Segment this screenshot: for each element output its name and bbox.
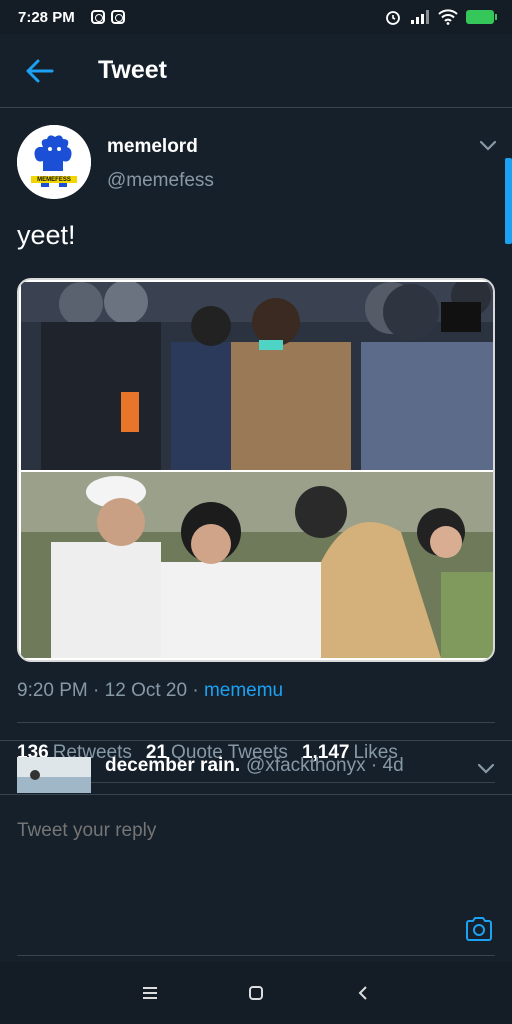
avatar[interactable]: MEMEFESS (17, 125, 91, 199)
alarm-icon (386, 11, 400, 25)
status-indicators (384, 8, 497, 26)
instagram-icon (90, 10, 105, 24)
system-back-button[interactable] (348, 978, 378, 1008)
photo-police-arrest[interactable] (21, 282, 493, 470)
signal-icon (411, 10, 429, 24)
camera-icon (466, 917, 492, 941)
tweet-time: 9:20 PM (17, 680, 88, 701)
square-icon (249, 986, 263, 1000)
reply-user-name[interactable]: december rain. (105, 755, 240, 777)
tweet-source-link[interactable]: mememu (204, 680, 283, 701)
reply-user-handle[interactable]: @xfackthonyx · 4d (246, 755, 404, 777)
instagram-icon (110, 10, 125, 24)
status-bar: 7:28 PM (0, 0, 512, 34)
meta-separator: · (93, 680, 100, 701)
back-button[interactable] (0, 34, 80, 108)
menu-icon (143, 987, 157, 999)
scrollbar[interactable] (505, 158, 512, 244)
tweet-date: 12 Oct 20 (104, 680, 188, 701)
user-handle[interactable]: @memefess (107, 170, 214, 192)
wifi-icon (438, 9, 458, 25)
chevron-left-icon (358, 986, 367, 1000)
reply-composer (0, 794, 512, 956)
avatar[interactable] (17, 757, 91, 793)
recent-apps-button[interactable] (135, 978, 165, 1008)
divider (17, 955, 495, 956)
camera-button[interactable] (462, 912, 496, 946)
battery-icon (466, 10, 497, 24)
tweet-menu-button[interactable] (478, 138, 498, 157)
status-time: 7:28 PM (18, 8, 75, 26)
chevron-down-icon (479, 140, 497, 151)
system-nav-bar (0, 962, 512, 1024)
reply-tweet[interactable]: december rain. @xfackthonyx · 4d (0, 741, 512, 793)
reply-menu-button[interactable] (476, 761, 496, 780)
tweet-text: yeet! (17, 220, 76, 250)
avatar-label: MEMEFESS (37, 177, 71, 183)
arrow-left-icon (26, 59, 54, 82)
header: Tweet (0, 34, 512, 108)
photo-student-crowd[interactable] (21, 472, 493, 658)
tweet-meta: 9:20 PM · 12 Oct 20 · mememu (17, 680, 283, 702)
page-title: Tweet (98, 56, 167, 84)
chevron-down-icon (477, 763, 495, 774)
user-name[interactable]: memelord (107, 136, 198, 158)
memefess-logo-icon: MEMEFESS (17, 125, 91, 199)
reply-input[interactable] (17, 811, 437, 851)
meta-separator: · (192, 680, 199, 701)
home-button[interactable] (241, 978, 271, 1008)
divider (17, 722, 495, 723)
tweet-media[interactable] (17, 278, 495, 662)
